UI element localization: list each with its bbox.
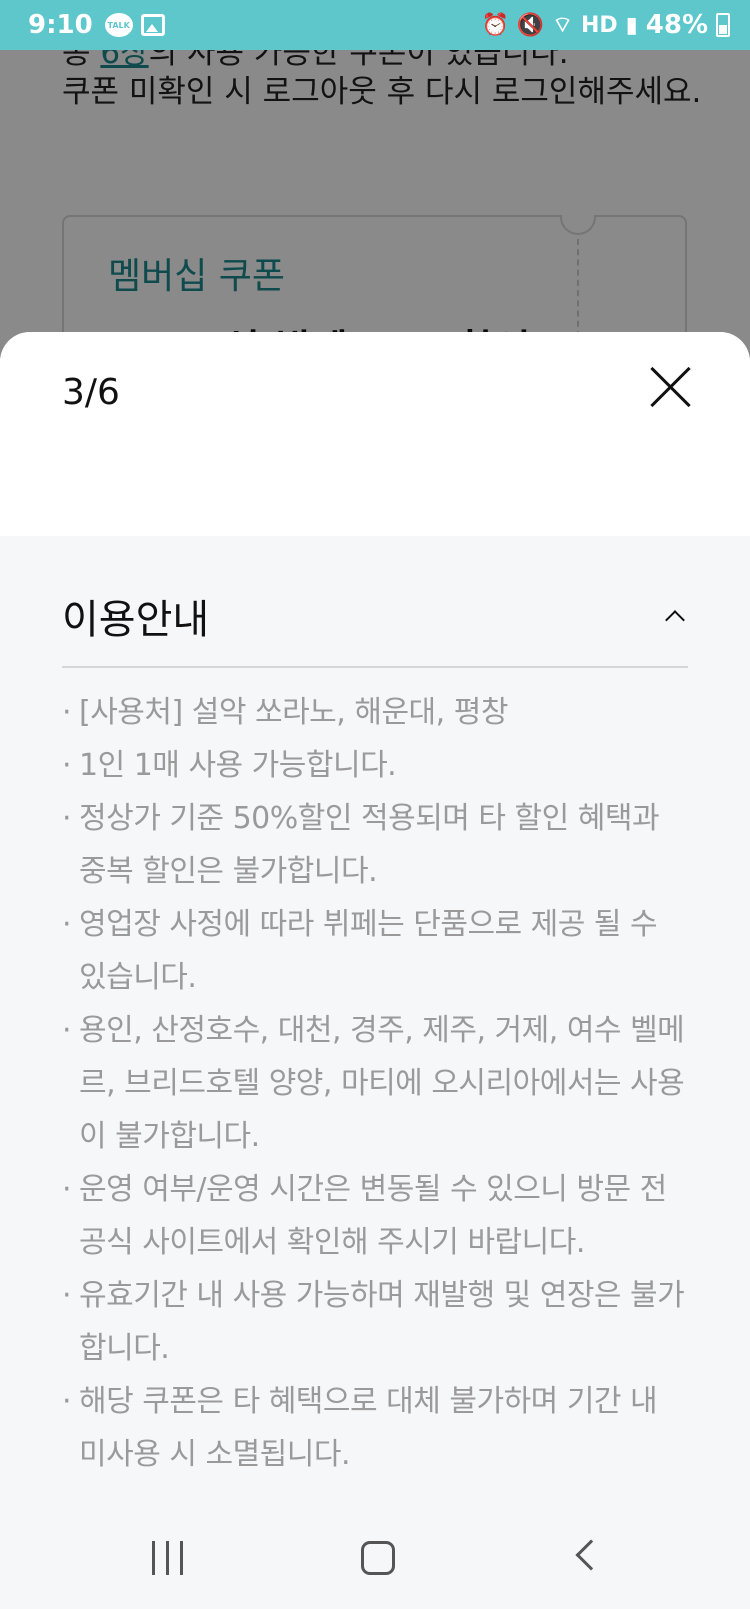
list-item: 1인 1매 사용 가능합니다.: [62, 739, 692, 792]
usage-guide-title: 이용안내: [62, 597, 210, 643]
navigation-bar: [0, 1509, 750, 1609]
kakaotalk-icon: TALK: [104, 13, 133, 37]
close-icon[interactable]: [648, 364, 694, 410]
battery-percentage: 48%: [645, 10, 708, 40]
divider: [62, 666, 688, 668]
status-bar: 9:10 TALK ⏰ 🔇 ⌔ HD ▮ 48%: [0, 0, 750, 50]
wifi-icon: ⌔: [552, 13, 573, 38]
list-item: 유효기간 내 사용 가능하며 재발행 및 연장은 불가합니다.: [62, 1269, 692, 1375]
battery-icon: [716, 13, 730, 37]
sheet-header: 3/6: [0, 332, 750, 536]
back-icon[interactable]: [575, 1539, 607, 1571]
status-indicators: ⏰ 🔇 ⌔ HD ▮ 48%: [481, 10, 730, 40]
alarm-icon: ⏰: [481, 12, 509, 38]
mute-icon: 🔇: [516, 12, 545, 38]
chevron-up-icon[interactable]: [665, 610, 685, 630]
usage-guide-section: 이용안내 [사용처] 설악 쏘라노, 해운대, 평창 1인 1매 사용 가능합니…: [0, 536, 750, 1609]
status-time: 9:10: [28, 10, 93, 40]
list-item: 정상가 기준 50%할인 적용되며 타 할인 혜택과 중복 할인은 불가합니다.: [62, 792, 692, 898]
coupon-detail-sheet: 3/6 이용안내 [사용처] 설악 쏘라노, 해운대, 평창 1인 1매 사용 …: [0, 332, 750, 1609]
list-item: 해당 쿠폰은 타 혜택으로 대체 불가하며 기간 내 미사용 시 소멸됩니다.: [62, 1375, 692, 1481]
usage-guide-list: [사용처] 설악 쏘라노, 해운대, 평창 1인 1매 사용 가능합니다. 정상…: [62, 686, 692, 1481]
list-item: [사용처] 설악 쏘라노, 해운대, 평창: [62, 686, 692, 739]
recent-apps-icon[interactable]: [150, 1541, 186, 1575]
gallery-icon: [140, 14, 165, 36]
home-icon[interactable]: [361, 1541, 395, 1575]
usage-guide-header[interactable]: 이용안내: [62, 586, 688, 646]
signal-icon: ▮: [625, 12, 638, 38]
list-item: 영업장 사정에 따라 뷔페는 단품으로 제공 될 수 있습니다.: [62, 898, 692, 1004]
page-counter: 3/6: [62, 372, 120, 413]
list-item: 용인, 산정호수, 대천, 경주, 제주, 거제, 여수 벨메르, 브리드호텔 …: [62, 1004, 692, 1163]
hd-voice-icon: HD: [580, 12, 618, 38]
list-item: 운영 여부/운영 시간은 변동될 수 있으니 방문 전 공식 사이트에서 확인해…: [62, 1163, 692, 1269]
